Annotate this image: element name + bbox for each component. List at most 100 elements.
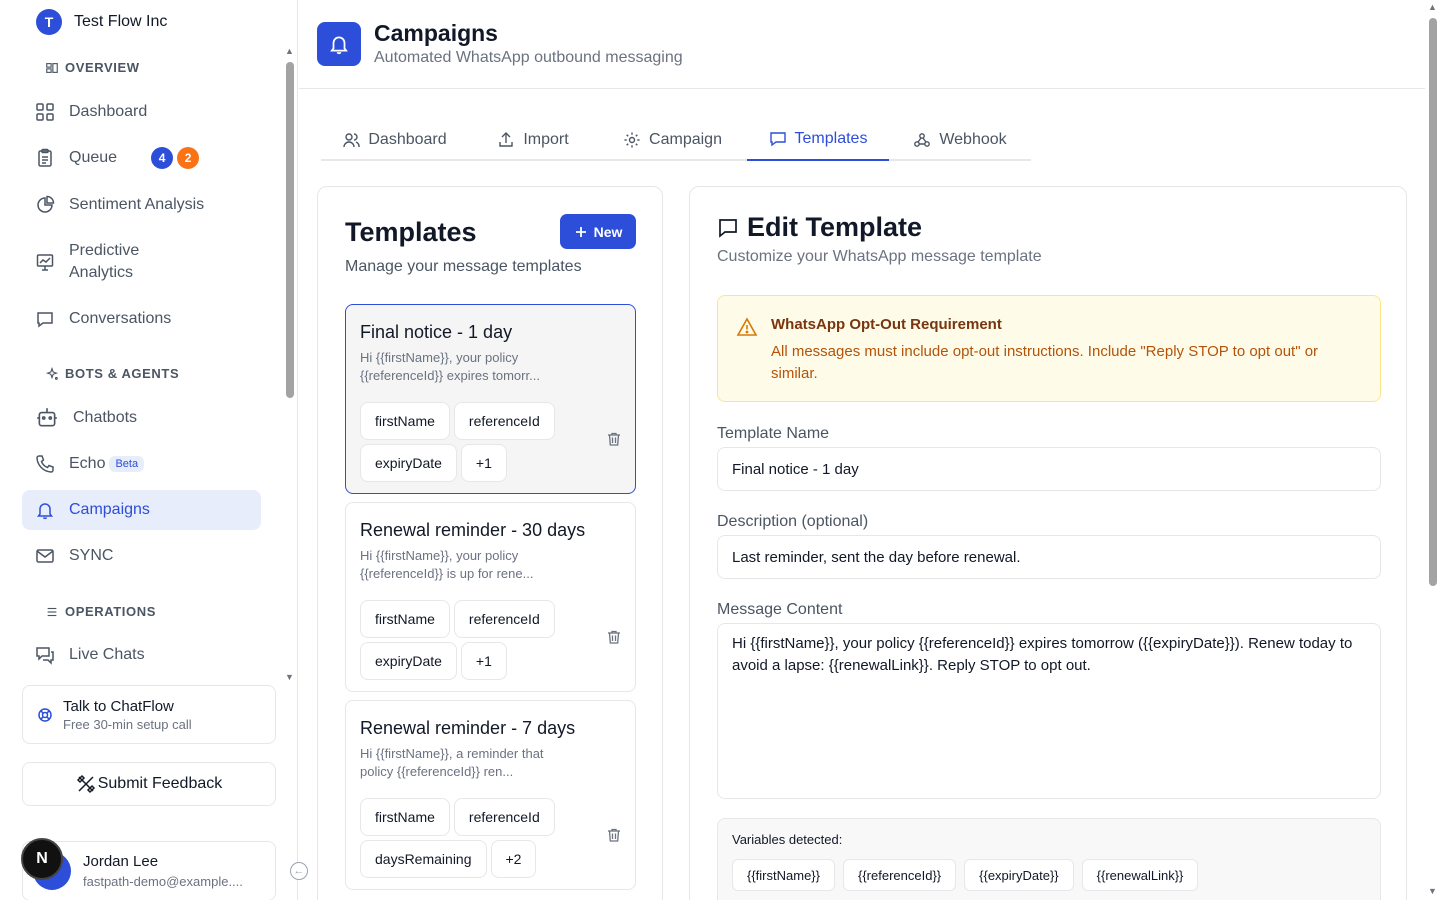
section-overview-label: OVERVIEW (65, 60, 140, 75)
presentation-chart-icon (36, 254, 54, 271)
sidebar-item-label: SYNC (69, 547, 114, 564)
org-name: Test Flow Inc (74, 13, 168, 30)
main-scroll-up-arrow[interactable]: ▲ (1428, 2, 1437, 12)
talk-title: Talk to ChatFlow (63, 697, 174, 715)
tab-campaign[interactable]: Campaign (598, 118, 747, 161)
main-scroll-down-arrow[interactable]: ▼ (1428, 886, 1437, 896)
list-icon (47, 607, 57, 616)
message-icon (769, 131, 786, 146)
sidebar-item-label: Campaigns (69, 501, 150, 518)
variables-detected-box: Variables detected: {{firstName}} {{refe… (717, 818, 1381, 900)
template-preview: Hi {{firstName}}, a reminder that policy… (360, 746, 544, 779)
page-header: Campaigns Automated WhatsApp outbound me… (299, 0, 1425, 89)
template-variable-chips: firstName referenceId expiryDate +1 (360, 600, 570, 680)
lifebuoy-icon (38, 707, 52, 722)
pie-chart-icon (37, 195, 55, 213)
tab-templates[interactable]: Templates (747, 118, 889, 161)
message-content-textarea[interactable]: Hi {{firstName}}, your policy {{referenc… (717, 623, 1381, 799)
warning-text: All messages must include opt-out instru… (771, 343, 1319, 382)
layout-icon (46, 62, 58, 73)
tab-label: Import (523, 130, 569, 148)
main-scrollbar[interactable] (1429, 18, 1437, 586)
clipboard-icon (38, 148, 52, 167)
sidebar-item-echo[interactable]: Echo Beta (22, 449, 261, 479)
tab-import[interactable]: Import (468, 118, 598, 161)
template-name: Renewal reminder - 30 days (360, 520, 586, 540)
sidebar-item-chatbots[interactable]: Chatbots (22, 403, 261, 433)
sidebar-item-dashboard[interactable]: Dashboard (22, 97, 261, 127)
template-name: Final notice - 1 day (360, 322, 513, 342)
detected-variable-chip: {{renewalLink}} (1081, 859, 1199, 891)
template-name-input[interactable]: Final notice - 1 day (717, 447, 1381, 491)
talk-subtitle: Free 30-min setup call (63, 716, 192, 732)
org-switcher[interactable]: T Test Flow Inc (36, 9, 167, 35)
variable-chip: firstName (360, 798, 450, 836)
talk-text: Talk to ChatFlow Free 30-min setup call (63, 698, 192, 732)
trash-icon[interactable] (606, 431, 622, 447)
queue-badge-orange: 2 (177, 147, 200, 169)
template-name-label: Template Name (717, 425, 830, 442)
edit-template-panel: Edit Template Customize your WhatsApp me… (689, 186, 1407, 900)
beta-badge: Beta (109, 456, 145, 472)
edit-template-heading: Edit Template (717, 212, 922, 243)
warning-title: WhatsApp Opt-Out Requirement (771, 316, 1002, 333)
sidebar-item-label: Conversations (69, 310, 172, 327)
sidebar-item-sentiment-analysis[interactable]: Sentiment Analysis (22, 190, 261, 220)
sidebar-item-label: Predictive Analytics (69, 242, 140, 281)
new-button-label: New (593, 223, 623, 240)
sidebar-item-conversations[interactable]: Conversations (22, 304, 261, 334)
trash-icon[interactable] (606, 827, 622, 843)
trash-icon[interactable] (606, 629, 622, 645)
description-input[interactable]: Last reminder, sent the day before renew… (717, 535, 1381, 579)
variable-chip: referenceId (453, 402, 555, 440)
warning-triangle-icon (736, 317, 758, 336)
bell-icon (330, 36, 348, 55)
sidebar-item-campaigns[interactable]: Campaigns (22, 490, 261, 530)
collapse-sidebar-button[interactable]: ← (290, 862, 308, 880)
new-template-button[interactable]: New (560, 214, 636, 249)
section-bots-label: BOTS & AGENTS (65, 366, 180, 381)
page-subtitle: Automated WhatsApp outbound messaging (374, 49, 683, 66)
variables-detected-label: Variables detected: (732, 832, 843, 847)
variable-chip: referenceId (453, 600, 555, 638)
queue-badges: 4 2 (151, 147, 200, 169)
sidebar-item-label: Dashboard (69, 103, 148, 120)
sidebar-item-queue[interactable]: Queue 4 2 (22, 143, 261, 173)
variable-chip: referenceId (453, 798, 555, 836)
sidebar-item-live-chats[interactable]: Live Chats (22, 640, 261, 670)
upload-icon (499, 131, 514, 147)
sparkles-icon (45, 366, 59, 380)
templates-title: Templates (345, 217, 477, 247)
detected-variable-chip: {{referenceId}} (843, 859, 957, 891)
scroll-up-arrow[interactable]: ▲ (285, 46, 294, 56)
talk-to-chatflow-card[interactable]: Talk to ChatFlow Free 30-min setup call (22, 685, 276, 744)
template-card-final-notice[interactable]: Final notice - 1 day Hi {{firstName}}, y… (345, 304, 636, 494)
echo-label-wrap: Echo Beta (69, 455, 145, 473)
chat-bubble-icon (37, 312, 53, 328)
queue-badge-blue: 4 (151, 147, 174, 169)
submit-feedback-label: Submit Feedback (97, 775, 223, 792)
tab-webhook[interactable]: Webhook (889, 118, 1031, 161)
detected-variable-chip: {{firstName}} (732, 859, 835, 891)
sidebar-item-label: Echo (69, 455, 106, 472)
scroll-down-arrow[interactable]: ▼ (285, 672, 294, 682)
variable-chip: expiryDate (360, 642, 457, 680)
template-card-renewal-30[interactable]: Renewal reminder - 30 days Hi {{firstNam… (345, 502, 636, 692)
user-initial-badge[interactable]: N (21, 838, 63, 880)
tab-dashboard[interactable]: Dashboard (321, 118, 468, 161)
sidebar: T Test Flow Inc OVERVIEW Dashboard Queue… (0, 0, 308, 900)
tools-icon (76, 774, 95, 794)
template-name: Renewal reminder - 7 days (360, 718, 576, 738)
sidebar-item-sync[interactable]: SYNC (22, 541, 261, 571)
sidebar-item-predictive-analytics[interactable]: Predictive Analytics (22, 239, 261, 285)
sidebar-scrollbar[interactable] (286, 62, 294, 398)
tab-label: Dashboard (368, 130, 447, 148)
tab-label: Campaign (649, 130, 722, 148)
opt-out-warning: WhatsApp Opt-Out Requirement All message… (717, 295, 1381, 402)
submit-feedback-button[interactable]: Submit Feedback (22, 762, 276, 806)
mail-icon (36, 549, 54, 563)
template-card-renewal-7[interactable]: Renewal reminder - 7 days Hi {{firstName… (345, 700, 636, 890)
robot-icon (37, 408, 57, 427)
user-name: Jordan Lee (83, 853, 159, 870)
template-variable-chips: firstName referenceId expiryDate +1 (360, 402, 570, 482)
